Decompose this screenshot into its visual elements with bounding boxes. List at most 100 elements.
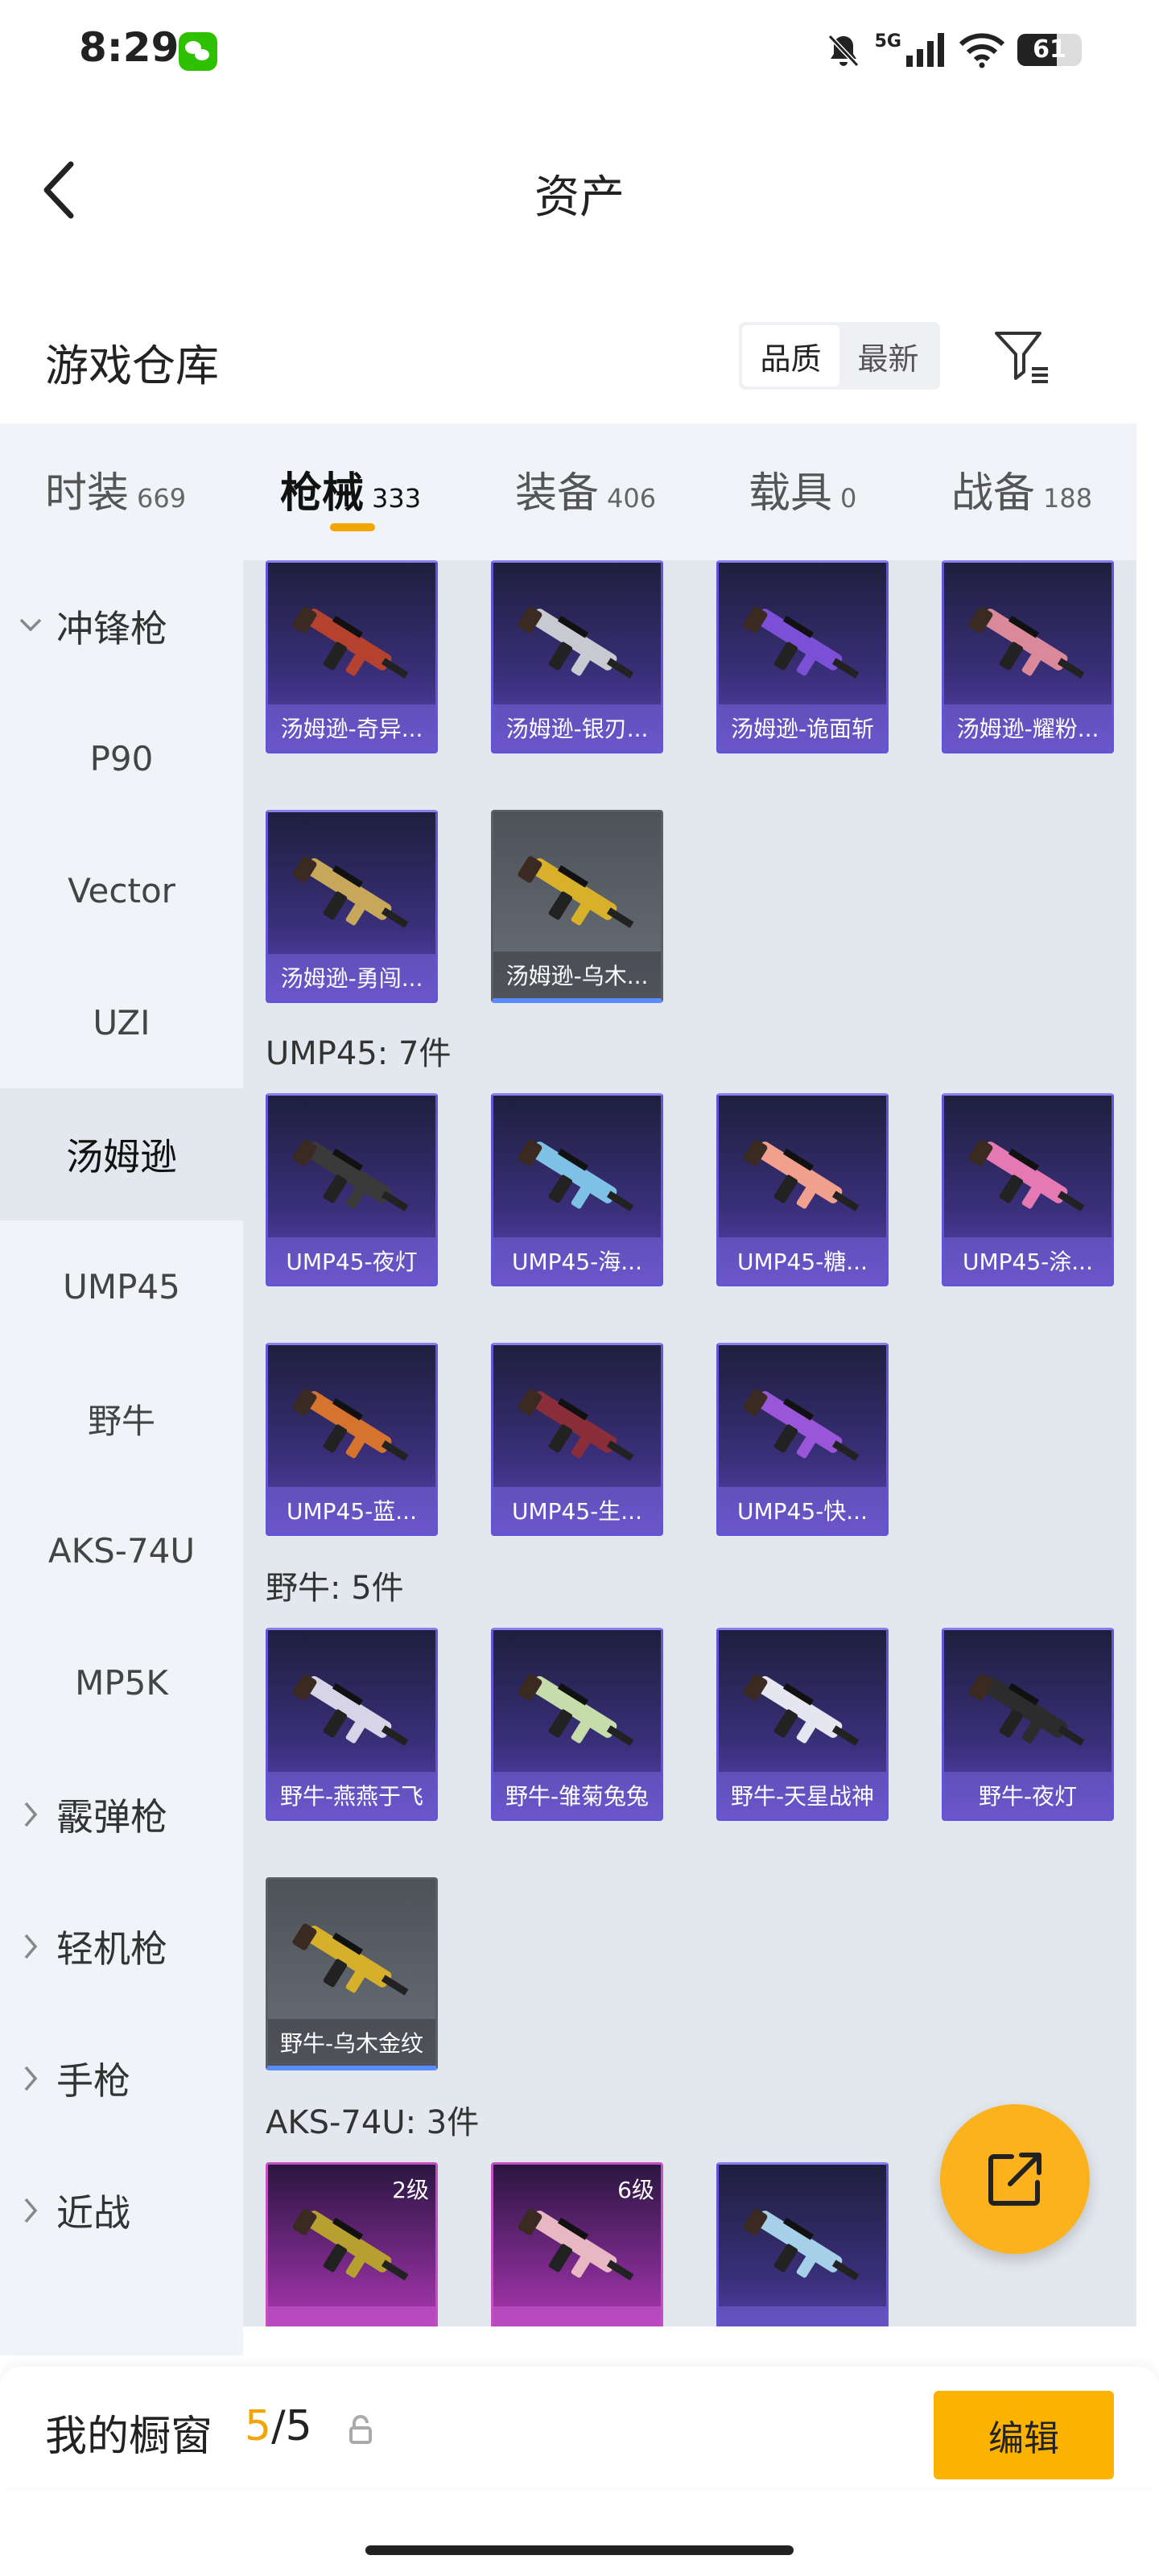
- weapon-skin-card[interactable]: 6级: [491, 2162, 663, 2326]
- weapon-skin-icon: [292, 856, 409, 928]
- sidebar-item-label: P90: [89, 738, 154, 778]
- weapon-skin-card[interactable]: 2级: [266, 2162, 438, 2326]
- tab-supplies[interactable]: 战备 188: [951, 459, 1092, 519]
- weapon-skin-icon: [518, 1674, 634, 1746]
- sidebar-item-label: UZI: [93, 1002, 151, 1042]
- battery-text: 61: [1033, 35, 1066, 64]
- weapon-skin-card[interactable]: 汤姆逊-奇异...: [266, 560, 438, 753]
- home-indicator: [365, 2545, 794, 2555]
- section-title: 游戏仓库: [45, 341, 219, 391]
- sidebar-item-label: UMP45: [63, 1266, 180, 1307]
- weapon-skin-card[interactable]: 汤姆逊-银刃...: [491, 560, 663, 753]
- sort-newest-button[interactable]: 最新: [839, 325, 937, 386]
- lock-icon: [349, 2415, 372, 2444]
- weapon-skin-card[interactable]: 野牛-天星战神: [716, 1628, 889, 1821]
- tab-count: 0: [840, 483, 857, 514]
- skin-name: 汤姆逊-奇异...: [268, 704, 435, 751]
- weapon-skin-card[interactable]: 汤姆逊-乌木...: [491, 810, 663, 1003]
- weapon-skin-icon: [518, 2208, 634, 2281]
- status-bar: 8:29 5G 61: [0, 0, 1159, 97]
- skin-name: 野牛-燕燕于飞: [268, 1772, 435, 1818]
- chevron-right-icon: [24, 2066, 38, 2091]
- sidebar-category[interactable]: 冲锋枪: [0, 560, 243, 692]
- skin-grid: 汤姆逊-奇异... 汤姆逊-银刃... 汤姆逊-诡面斩 汤姆逊-耀粉... 汤姆逊-勇闯…: [243, 560, 1136, 2326]
- sidebar-item[interactable]: UZI: [0, 956, 243, 1088]
- tab-count: 669: [137, 483, 187, 514]
- sidebar-item-label: 汤姆逊: [66, 1135, 177, 1179]
- weapon-skin-card[interactable]: 汤姆逊-诡面斩: [716, 560, 889, 753]
- sidebar-item[interactable]: P90: [0, 692, 243, 824]
- weapon-skin-card[interactable]: UMP45-快...: [716, 1343, 889, 1536]
- weapon-skin-card[interactable]: UMP45-蓝...: [266, 1343, 438, 1536]
- weapon-skin-icon: [968, 1139, 1085, 1212]
- weapon-skin-icon: [292, 1674, 409, 1746]
- filter-icon[interactable]: [992, 325, 1053, 386]
- tab-firearms[interactable]: 枪械 333: [280, 459, 421, 519]
- sidebar-item[interactable]: AKS-74U: [0, 1484, 243, 1616]
- weapon-skin-card[interactable]: 汤姆逊-勇闯...: [266, 810, 438, 1003]
- sidebar-category[interactable]: 轻机枪: [0, 1880, 243, 2013]
- weapon-skin-icon: [743, 1389, 860, 1461]
- weapon-skin-icon: [743, 1139, 860, 1212]
- sidebar-item[interactable]: 汤姆逊: [0, 1088, 243, 1220]
- skin-name: 野牛-乌木金纹: [268, 2019, 435, 2066]
- skin-name: [719, 2306, 886, 2326]
- sidebar-item-label: 轻机枪: [56, 1927, 167, 1971]
- tab-fashion[interactable]: 时装 669: [45, 459, 186, 519]
- share-icon: [988, 2153, 1041, 2206]
- tab-vehicles[interactable]: 载具 0: [749, 459, 856, 519]
- skin-name: UMP45-糖...: [719, 1237, 886, 1284]
- weapon-skin-card[interactable]: 汤姆逊-耀粉...: [942, 560, 1114, 753]
- weapon-skin-card[interactable]: UMP45-糖...: [716, 1093, 889, 1286]
- weapon-skin-icon: [292, 1923, 409, 1996]
- weapon-skin-card[interactable]: [716, 2162, 889, 2326]
- sidebar-item[interactable]: MP5K: [0, 1616, 243, 1748]
- skin-name: [493, 2306, 661, 2326]
- weapon-skin-card[interactable]: UMP45-海...: [491, 1093, 663, 1286]
- showcase-bar: 我的橱窗 5/5 编辑: [0, 2367, 1159, 2487]
- weapon-skin-icon: [743, 2208, 860, 2281]
- weapon-skin-card[interactable]: UMP45-生...: [491, 1343, 663, 1536]
- sidebar-item[interactable]: UMP45: [0, 1220, 243, 1352]
- weapon-skin-card[interactable]: UMP45-涂...: [942, 1093, 1114, 1286]
- chevron-right-icon: [24, 1934, 38, 1959]
- weapon-skin-icon: [292, 1139, 409, 1212]
- skin-name: UMP45-生...: [493, 1487, 661, 1534]
- sidebar-item-label: MP5K: [75, 1662, 168, 1703]
- edit-button[interactable]: 编辑: [934, 2391, 1114, 2479]
- sidebar-item-label: 手枪: [56, 2059, 130, 2103]
- weapon-skin-card[interactable]: 野牛-乌木金纹: [266, 1877, 438, 2070]
- skin-name: 野牛-夜灯: [944, 1772, 1112, 1818]
- sidebar-item-label: Vector: [68, 870, 175, 910]
- weapon-skin-card[interactable]: 野牛-燕燕于飞: [266, 1628, 438, 1821]
- weapon-skin-card[interactable]: 野牛-夜灯: [942, 1628, 1114, 1821]
- weapon-skin-icon: [518, 606, 634, 679]
- weapon-skin-icon: [968, 606, 1085, 679]
- sidebar-item[interactable]: Vector: [0, 824, 243, 956]
- category-tabs: 时装 669 枪械 333 装备 406 载具 0 战备 188: [0, 423, 1136, 560]
- sidebar-item-label: 近战: [56, 2191, 130, 2235]
- sidebar-category[interactable]: 手枪: [0, 2013, 243, 2145]
- sort-quality-button[interactable]: 品质: [742, 325, 839, 386]
- skin-name: UMP45-海...: [493, 1237, 661, 1284]
- skin-name: UMP45-蓝...: [268, 1487, 435, 1534]
- skin-name: 野牛-天星战神: [719, 1772, 886, 1818]
- sidebar-item-label: 冲锋枪: [56, 607, 167, 650]
- active-tab-indicator: [330, 523, 375, 531]
- tab-label: 载具: [749, 469, 833, 518]
- sidebar-item[interactable]: 野牛: [0, 1352, 243, 1484]
- bell-muted-icon: [827, 34, 859, 68]
- sidebar-category[interactable]: 霰弹枪: [0, 1748, 243, 1880]
- weapon-skin-card[interactable]: UMP45-夜灯: [266, 1093, 438, 1286]
- network-type: 5G: [874, 31, 901, 52]
- share-button[interactable]: [940, 2104, 1090, 2254]
- tab-count: 188: [1043, 483, 1093, 514]
- group-title: 野牛: 5件: [266, 1570, 404, 1607]
- sidebar-category[interactable]: 近战: [0, 2145, 243, 2277]
- wechat-notification-icon: [179, 32, 217, 71]
- tab-equipment[interactable]: 装备 406: [515, 459, 656, 519]
- weapon-skin-icon: [743, 1674, 860, 1746]
- group-title: UMP45: 7件: [266, 1035, 452, 1072]
- tab-label: 枪械: [280, 469, 365, 518]
- weapon-skin-card[interactable]: 野牛-雏菊兔兔: [491, 1628, 663, 1821]
